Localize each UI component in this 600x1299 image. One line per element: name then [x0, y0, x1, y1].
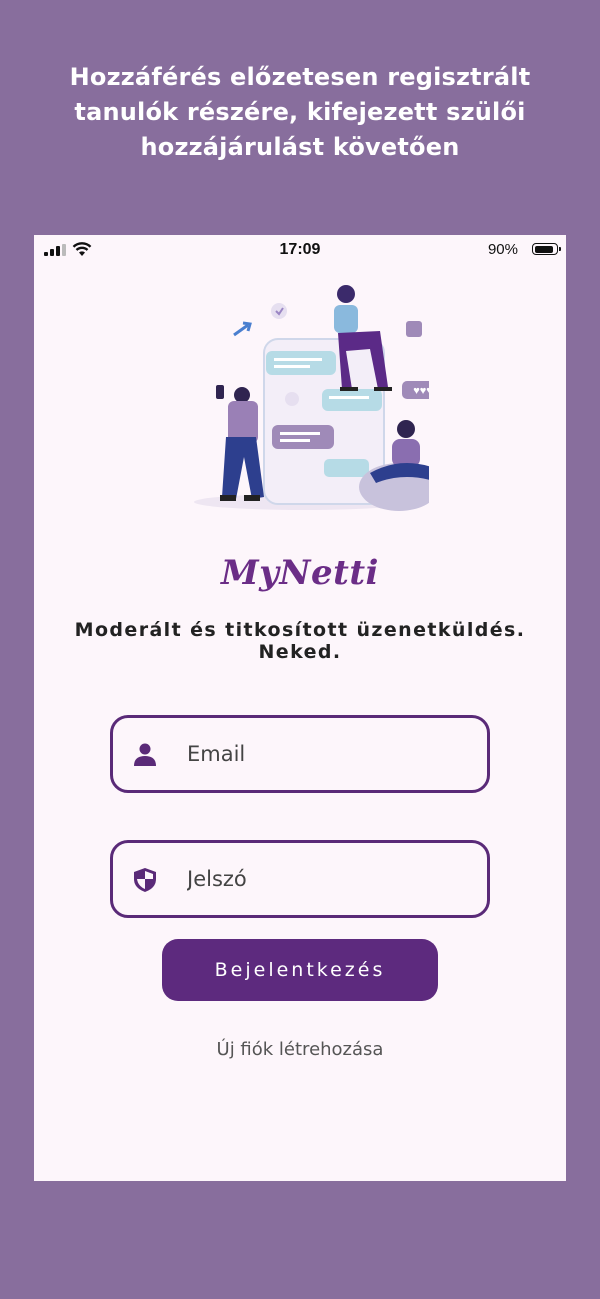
create-account-link[interactable]: Új fiók létrehozása [34, 1039, 566, 1060]
app-logo: MyNetti [221, 553, 379, 593]
shield-icon [134, 868, 156, 892]
phone-screen: 17:09 90% ♥♥♥ MyNet [34, 235, 566, 1181]
status-bar: 17:09 90% [34, 235, 566, 265]
battery-icon [532, 243, 561, 255]
login-button[interactable]: Bejelentkezés [162, 939, 438, 1001]
password-field[interactable] [110, 840, 490, 918]
svg-text:♥♥♥: ♥♥♥ [413, 385, 429, 397]
password-input[interactable] [187, 867, 467, 891]
person-icon [134, 743, 156, 766]
email-field[interactable] [110, 715, 490, 793]
app-tagline: Moderált és titkosított üzenetküldés. Ne… [74, 619, 526, 663]
chat-people-illustration: ♥♥♥ [194, 285, 429, 511]
email-input[interactable] [187, 742, 467, 766]
battery-percentage: 90% [487, 241, 518, 258]
promo-headline: Hozzáférés előzetesen regisztrált tanuló… [69, 63, 531, 161]
status-time: 17:09 [279, 241, 321, 258]
